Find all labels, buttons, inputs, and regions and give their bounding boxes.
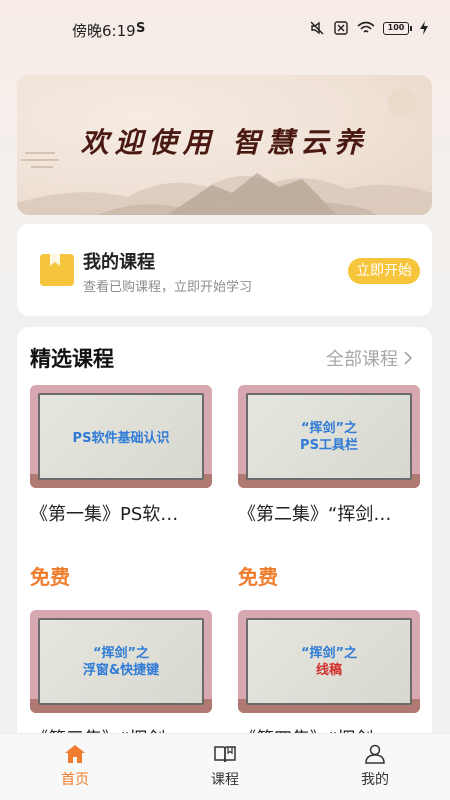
- nav-item-home[interactable]: 首页: [35, 744, 115, 789]
- nav-item-courses[interactable]: 课程: [185, 744, 265, 789]
- free-badge: 免费: [30, 565, 70, 589]
- course-thumbnail: “挥剑”之 浮窗&快捷键: [30, 610, 212, 713]
- course-card[interactable]: PS软件基础认识 《第一集》PS软…: [30, 385, 212, 526]
- home-icon: [65, 745, 85, 763]
- my-courses-subtitle: 查看已购课程，立即开始学习: [83, 280, 253, 295]
- book-icon: [40, 254, 74, 286]
- all-courses-link[interactable]: 全部课程: [326, 345, 412, 371]
- battery-level: 100: [383, 21, 409, 35]
- status-time: 傍晚6:19: [72, 22, 136, 40]
- start-now-button[interactable]: 立即开始: [348, 258, 420, 284]
- course-card[interactable]: “挥剑”之 PS工具栏 《第二集》“挥剑…: [238, 385, 420, 526]
- thumbnail-caption: 线稿: [315, 663, 342, 678]
- free-badge: 免费: [238, 565, 278, 589]
- section-title: 精选课程: [30, 347, 114, 371]
- chevron-right-icon: [404, 351, 412, 365]
- sync-s-icon: S: [136, 21, 146, 36]
- my-courses-card[interactable]: 我的课程 查看已购课程，立即开始学习 立即开始: [17, 224, 432, 316]
- course-title: 《第二集》“挥剑…: [238, 504, 392, 525]
- course-card[interactable]: “挥剑”之 浮窗&快捷键 《第三集》“挥剑…: [30, 610, 212, 747]
- welcome-banner[interactable]: 欢迎使用 智慧云养: [17, 75, 432, 215]
- person-icon: [365, 744, 385, 764]
- nav-item-profile[interactable]: 我的: [335, 744, 415, 789]
- thumbnail-caption: PS软件基础认识: [72, 431, 170, 446]
- all-courses-label: 全部课程: [326, 349, 398, 370]
- status-bar: 傍晚6:19 S 100: [0, 0, 450, 60]
- charging-icon: [420, 21, 428, 35]
- course-title: 《第一集》PS软…: [30, 504, 179, 525]
- nav-label: 首页: [61, 772, 89, 788]
- course-card[interactable]: “挥剑”之 线稿 《第四集》“挥剑…: [238, 610, 420, 747]
- nav-label: 我的: [361, 772, 389, 788]
- my-courses-title: 我的课程: [83, 252, 155, 273]
- featured-courses-section: 精选课程 全部课程 PS软件基础认识 《第一集》PS软… “挥剑”之 PS工具栏…: [17, 327, 432, 747]
- thumbnail-caption: PS工具栏: [300, 438, 358, 453]
- nav-label: 课程: [211, 772, 239, 788]
- battery-icon: 100: [383, 21, 412, 35]
- mute-icon: [310, 21, 324, 35]
- bottom-nav: 首页 课程 我的: [0, 733, 450, 800]
- course-thumbnail: PS软件基础认识: [30, 385, 212, 488]
- book-open-icon: [214, 746, 236, 763]
- course-thumbnail: “挥剑”之 PS工具栏: [238, 385, 420, 488]
- wifi-icon: [357, 21, 375, 33]
- course-thumbnail: “挥剑”之 线稿: [238, 610, 420, 713]
- thumbnail-caption: 浮窗&快捷键: [82, 663, 160, 678]
- no-sim-icon: [334, 21, 348, 35]
- banner-title: 欢迎使用 智慧云养: [80, 126, 369, 159]
